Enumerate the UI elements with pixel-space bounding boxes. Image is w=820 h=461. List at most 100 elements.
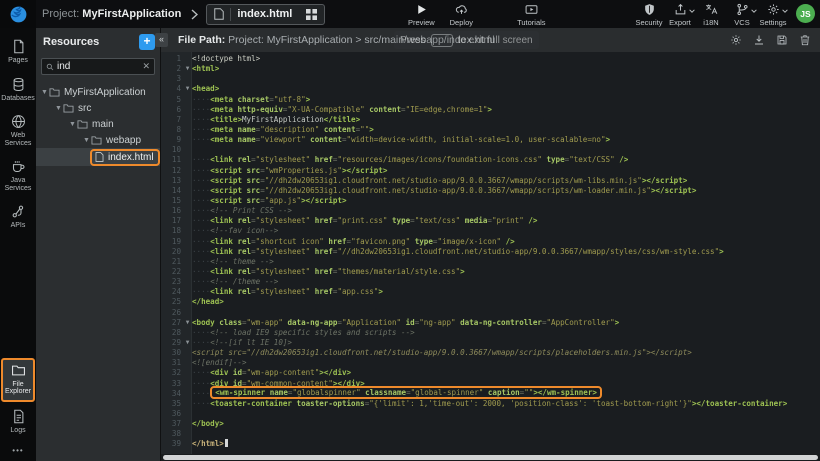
collapse-panel-button[interactable]: « [155, 33, 168, 47]
line-number: 37 [161, 419, 183, 429]
expand-arrow-icon[interactable]: ▼ [68, 121, 77, 128]
code-line[interactable]: 27▼<body class="wm-app" data-ng-app="App… [161, 318, 820, 328]
code-line[interactable]: 18····<!--fav icon--> [161, 226, 820, 236]
code-area[interactable]: 1<!doctype html>2▼<html>34▼<head>5····<m… [161, 52, 820, 454]
fold-arrow-icon[interactable]: ▼ [183, 318, 192, 328]
trash-icon[interactable] [799, 34, 811, 46]
tutorials-button[interactable]: Tutorials [513, 1, 549, 27]
code-line[interactable]: 16····<!-- Print CSS --> [161, 206, 820, 216]
code-line[interactable]: 3 [161, 74, 820, 84]
code-line[interactable]: 15····<script src="app.js"></script> [161, 196, 820, 206]
clear-search-icon[interactable]: ✕ [142, 62, 150, 71]
code-line[interactable]: 17····<link rel="stylesheet" href="print… [161, 216, 820, 226]
sidebar-item-java-services[interactable]: Java Services [1, 155, 35, 197]
code-line[interactable]: 5····<meta charset="utf-8"> [161, 95, 820, 105]
fold-gutter [183, 115, 192, 125]
globe-icon [11, 114, 26, 129]
code-line[interactable]: 32····<div id="wm-app-content"></div> [161, 368, 820, 378]
deploy-button[interactable]: Deploy [443, 1, 479, 27]
code-line[interactable]: 36 [161, 409, 820, 419]
grid-icon[interactable] [306, 9, 317, 20]
code-line[interactable]: 11····<link rel="stylesheet" href="resou… [161, 155, 820, 165]
settings-button[interactable]: Settings [758, 1, 788, 27]
i18n-button[interactable]: i18N [696, 1, 726, 27]
fold-arrow-icon[interactable]: ▼ [183, 338, 192, 348]
sidebar-item-logs[interactable]: Logs [1, 405, 35, 440]
chevron-down-icon [751, 8, 757, 14]
sidebar-item-pages[interactable]: Pages [1, 35, 35, 70]
file-tab-index-html[interactable]: index.html [206, 4, 325, 25]
fold-gutter [183, 95, 192, 105]
code-line[interactable]: 31<![endif]--> [161, 358, 820, 368]
tree-item-index-html[interactable]: index.html [36, 148, 160, 166]
code-line[interactable]: 12····<script src="wmProperties.js"></sc… [161, 166, 820, 176]
code-line[interactable]: 38 [161, 429, 820, 439]
tree-item-main[interactable]: ▼ main [36, 116, 160, 132]
tree-item-webapp[interactable]: ▼ webapp [36, 132, 160, 148]
code-line[interactable]: 24····<link rel="stylesheet" href="app.c… [161, 287, 820, 297]
sidebar-item-databases[interactable]: Databases [1, 73, 35, 108]
fold-gutter [183, 216, 192, 226]
expand-arrow-icon[interactable]: ▼ [82, 137, 91, 144]
code-line[interactable]: 10 [161, 145, 820, 155]
fold-arrow-icon[interactable]: ▼ [183, 64, 192, 74]
project-breadcrumb[interactable]: Project:MyFirstApplication [42, 8, 181, 20]
preview-button[interactable]: Preview [403, 1, 439, 27]
expand-arrow-icon[interactable]: ▼ [40, 89, 49, 96]
code-line[interactable]: 26 [161, 308, 820, 318]
code-line[interactable]: 35····<toaster-container toaster-options… [161, 399, 820, 409]
code-line[interactable]: 37</body> [161, 419, 820, 429]
code-line[interactable]: 7····<title>MyFirstApplication</title> [161, 115, 820, 125]
code-line[interactable]: 8····<meta name="description" content=""… [161, 125, 820, 135]
save-icon[interactable] [776, 34, 788, 46]
sidebar-item-web-services[interactable]: Web Services [1, 110, 35, 152]
database-icon [11, 77, 26, 92]
download-icon[interactable] [753, 34, 765, 46]
tree-item-myfirstapplication[interactable]: ▼ MyFirstApplication [36, 84, 160, 100]
code-line[interactable]: 1<!doctype html> [161, 54, 820, 64]
scrollbar-thumb[interactable] [163, 455, 818, 460]
left-nav-rail: Pages Databases Web Services Java Servic… [0, 28, 36, 461]
code-line[interactable]: 6····<meta http-equiv="X-UA-Compatible" … [161, 105, 820, 115]
code-line[interactable]: 29▼····<!--[if lt IE 10]> [161, 338, 820, 348]
code-line[interactable]: 20····<link rel="stylesheet" href="//dh2… [161, 247, 820, 257]
code-line[interactable]: 25</head> [161, 297, 820, 307]
code-line[interactable]: 34····<wm-spinner name="globalspinner" c… [161, 389, 820, 399]
fold-gutter [183, 206, 192, 216]
code-line[interactable]: 14····<script src="//dh2dw20653ig1.cloud… [161, 186, 820, 196]
sidebar-item-apis[interactable]: APIs [1, 200, 35, 235]
translate-icon [705, 3, 718, 16]
line-number: 23 [161, 277, 183, 287]
search-input[interactable] [57, 61, 139, 72]
code-line[interactable]: 23····<!-- /theme --> [161, 277, 820, 287]
fold-arrow-icon[interactable]: ▼ [183, 84, 192, 94]
resource-search[interactable]: ✕ [41, 58, 155, 75]
tree-item-src[interactable]: ▼ src [36, 100, 160, 116]
code-line[interactable]: 2▼<html> [161, 64, 820, 74]
expand-arrow-icon[interactable]: ▼ [54, 105, 63, 112]
chevron-down-icon [782, 8, 788, 14]
code-line[interactable]: 39</html> [161, 439, 820, 449]
horizontal-scrollbar[interactable] [161, 454, 820, 461]
code-line[interactable]: 13····<script src="//dh2dw20653ig1.cloud… [161, 176, 820, 186]
more-menu-button[interactable]: ••• [12, 442, 23, 461]
code-line[interactable]: 28····<!-- load IE9 specific styles and … [161, 328, 820, 338]
code-line[interactable]: 4▼<head> [161, 84, 820, 94]
code-line[interactable]: 30<script src="//dh2dw20653ig1.cloudfron… [161, 348, 820, 358]
user-avatar[interactable]: JS [796, 4, 815, 23]
app-logo[interactable] [0, 0, 36, 28]
code-line[interactable]: 22····<link rel="stylesheet" href="theme… [161, 267, 820, 277]
line-number: 22 [161, 267, 183, 277]
code-line[interactable]: 19····<link rel="shortcut icon" href="fa… [161, 237, 820, 247]
add-resource-button[interactable]: + [139, 34, 155, 50]
editor-settings-icon[interactable] [730, 34, 742, 46]
gear-icon [767, 3, 780, 16]
line-number: 14 [161, 186, 183, 196]
code-line[interactable]: 21····<!-- theme --> [161, 257, 820, 267]
export-button[interactable]: Export [665, 1, 695, 27]
sidebar-item-file-explorer[interactable]: File Explorer [1, 358, 35, 402]
vcs-button[interactable]: VCS [727, 1, 757, 27]
security-button[interactable]: Security [634, 1, 664, 27]
code-line[interactable]: 9····<meta name="viewport" content="widt… [161, 135, 820, 145]
fold-gutter [183, 308, 192, 318]
